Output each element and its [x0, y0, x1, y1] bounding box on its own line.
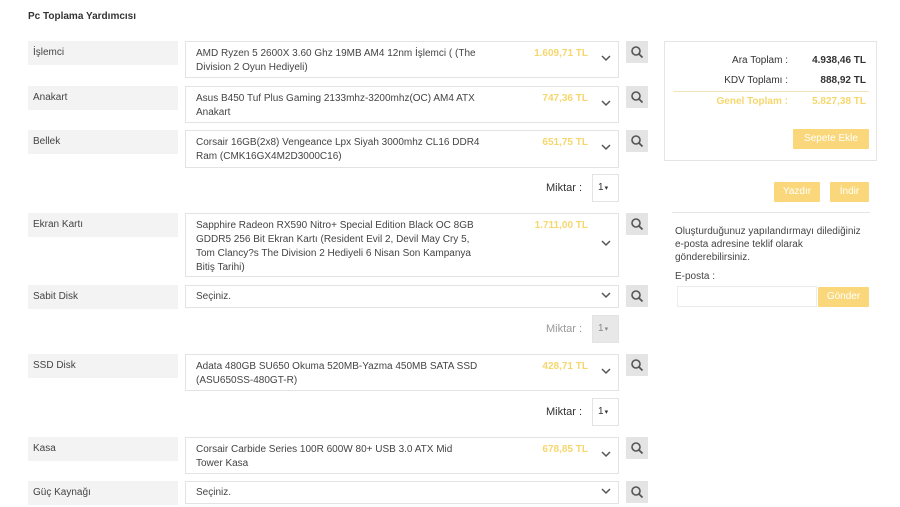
psu-search-button[interactable] — [626, 481, 648, 503]
row-label-case: Kasa — [28, 437, 178, 461]
search-icon — [631, 91, 644, 104]
row-label-hdd: Sabit Disk — [28, 285, 178, 309]
chevron-down-icon[interactable] — [600, 365, 612, 377]
ssd-quantity-select[interactable]: 1▾ — [592, 398, 619, 426]
chevron-down-icon[interactable] — [600, 237, 612, 249]
gpu-selected-text: Sapphire Radeon RX590 Nitro+ Special Edi… — [196, 220, 474, 273]
email-input[interactable] — [677, 286, 817, 307]
chevron-down-icon[interactable] — [600, 97, 612, 109]
cpu-selected-text: AMD Ryzen 5 2600X 3.60 Ghz 19MB AM4 12nm… — [196, 48, 476, 73]
print-button[interactable]: Yazdır — [774, 182, 820, 202]
search-icon — [631, 218, 644, 231]
row-label-gpu: Ekran Kartı — [28, 213, 178, 237]
memory-quantity-select[interactable]: 1▾ — [592, 174, 619, 202]
row-label-ssd: SSD Disk — [28, 354, 178, 378]
row-label-psu: Güç Kaynağı — [28, 481, 178, 505]
gpu-select[interactable]: Sapphire Radeon RX590 Nitro+ Special Edi… — [185, 213, 619, 277]
send-button[interactable]: Gönder — [818, 287, 869, 307]
search-icon — [631, 135, 644, 148]
chevron-down-icon[interactable] — [600, 141, 612, 153]
caret-down-icon: ▾ — [604, 185, 609, 192]
cpu-price: 1.609,71 TL — [534, 48, 588, 59]
search-icon — [631, 46, 644, 59]
hdd-quantity-select: 1▾ — [592, 315, 619, 343]
chevron-down-icon[interactable] — [600, 485, 612, 497]
memory-selected-text: Corsair 16GB(2x8) Vengeance Lpx Siyah 30… — [196, 137, 480, 162]
ssd-price: 428,71 TL — [542, 361, 588, 372]
motherboard-select[interactable]: Asus B450 Tuf Plus Gaming 2133mhz-3200mh… — [185, 86, 619, 123]
search-icon — [631, 486, 644, 499]
memory-quantity-label: Miktar : — [546, 182, 583, 194]
chevron-down-icon[interactable] — [600, 448, 612, 460]
memory-select[interactable]: Corsair 16GB(2x8) Vengeance Lpx Siyah 30… — [185, 130, 619, 168]
ssd-quantity-label: Miktar : — [546, 406, 583, 418]
quantity-value: 1 — [598, 323, 604, 334]
cpu-select[interactable]: AMD Ryzen 5 2600X 3.60 Ghz 19MB AM4 12nm… — [185, 41, 619, 78]
add-to-cart-button[interactable]: Sepete Ekle — [793, 129, 869, 149]
motherboard-search-button[interactable] — [626, 86, 648, 108]
row-label-cpu: İşlemci — [28, 41, 178, 65]
chevron-down-icon[interactable] — [600, 289, 612, 301]
motherboard-price: 747,36 TL — [542, 93, 588, 104]
gpu-search-button[interactable] — [626, 213, 648, 235]
psu-selected-text: Seçiniz. — [196, 487, 232, 498]
psu-select[interactable]: Seçiniz. — [185, 481, 619, 504]
caret-down-icon: ▾ — [604, 326, 609, 333]
search-icon — [631, 442, 644, 455]
subtotal-value: 4.938,46 TL — [812, 55, 866, 66]
caret-down-icon: ▾ — [604, 409, 609, 416]
row-label-memory: Bellek — [28, 130, 178, 154]
vat-label: KDV Toplamı : — [724, 75, 788, 86]
hdd-quantity-label: Miktar : — [546, 323, 583, 335]
ssd-search-button[interactable] — [626, 354, 648, 376]
email-info-text: Oluşturduğunuz yapılandırmayı dilediğini… — [675, 226, 861, 263]
memory-search-button[interactable] — [626, 130, 648, 152]
price-summary-panel: Ara Toplam : 4.938,46 TL KDV Toplamı : 8… — [664, 41, 877, 161]
case-selected-text: Corsair Carbide Series 100R 600W 80+ USB… — [196, 444, 453, 469]
quantity-value: 1 — [598, 182, 604, 193]
grand-total-label: Genel Toplam : — [716, 96, 789, 107]
cpu-search-button[interactable] — [626, 41, 648, 63]
summary-divider — [673, 91, 869, 92]
download-button[interactable]: İndir — [830, 182, 869, 202]
section-divider — [672, 212, 870, 213]
vat-value: 888,92 TL — [820, 75, 866, 86]
hdd-select[interactable]: Seçiniz. — [185, 285, 619, 308]
search-icon — [631, 359, 644, 372]
grand-total-value: 5.827,38 TL — [812, 96, 866, 107]
quantity-value: 1 — [598, 406, 604, 417]
case-price: 678,85 TL — [542, 444, 588, 455]
gpu-price: 1.711,00 TL — [534, 220, 588, 231]
page-title: Pc Toplama Yardımcısı — [28, 11, 137, 22]
hdd-search-button[interactable] — [626, 285, 648, 307]
ssd-selected-text: Adata 480GB SU650 Okuma 520MB-Yazma 450M… — [196, 361, 478, 386]
email-label: E-posta : — [675, 271, 716, 282]
search-icon — [631, 290, 644, 303]
case-search-button[interactable] — [626, 437, 648, 459]
motherboard-selected-text: Asus B450 Tuf Plus Gaming 2133mhz-3200mh… — [196, 93, 475, 118]
chevron-down-icon[interactable] — [600, 52, 612, 64]
row-label-motherboard: Anakart — [28, 86, 178, 110]
hdd-selected-text: Seçiniz. — [196, 291, 232, 302]
case-select[interactable]: Corsair Carbide Series 100R 600W 80+ USB… — [185, 437, 619, 474]
memory-price: 651,75 TL — [542, 137, 588, 148]
ssd-select[interactable]: Adata 480GB SU650 Okuma 520MB-Yazma 450M… — [185, 354, 619, 391]
subtotal-label: Ara Toplam : — [732, 55, 788, 66]
